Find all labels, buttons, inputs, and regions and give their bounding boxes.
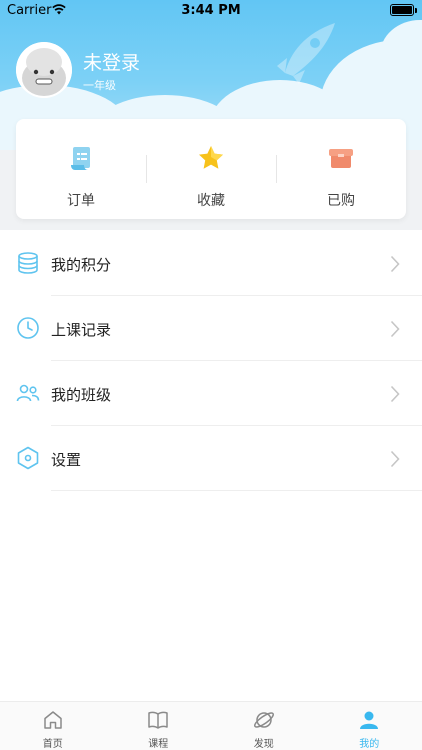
chevron-right-icon xyxy=(390,450,400,468)
quick-action-favorites[interactable]: 收藏 xyxy=(146,119,276,219)
settings-menu: 我的积分 上课记录 我的班级 设置 xyxy=(0,231,422,491)
battery-icon xyxy=(390,4,414,16)
tab-label: 我的 xyxy=(359,739,380,750)
points-stack-icon xyxy=(18,252,38,274)
chevron-right-icon xyxy=(390,385,400,403)
person-icon xyxy=(360,711,379,729)
tab-label: 课程 xyxy=(148,739,169,750)
user-grade: 一年级 xyxy=(83,79,116,92)
star-icon xyxy=(199,146,223,169)
tab-courses[interactable]: 课程 xyxy=(106,702,212,750)
quick-action-label: 订单 xyxy=(67,193,95,209)
settings-hexagon-icon xyxy=(17,446,39,470)
menu-item-label: 我的积分 xyxy=(51,256,112,274)
battery-tip xyxy=(415,8,417,13)
chevron-right-icon xyxy=(390,320,400,338)
planet-icon xyxy=(253,712,274,728)
book-icon xyxy=(148,711,168,729)
tab-discover[interactable]: 发现 xyxy=(211,702,317,750)
users-icon xyxy=(16,384,40,402)
menu-item-label: 上课记录 xyxy=(51,321,112,339)
user-name[interactable]: 未登录 xyxy=(83,48,140,75)
tab-home[interactable]: 首页 xyxy=(0,702,106,750)
menu-item-my-class[interactable]: 我的班级 xyxy=(0,361,422,426)
home-icon xyxy=(44,711,62,729)
default-avatar-icon xyxy=(16,42,72,98)
quick-action-orders[interactable]: 订单 xyxy=(16,119,146,219)
purchased-box-icon xyxy=(329,149,353,168)
clock-icon xyxy=(17,317,39,339)
menu-item-label: 设置 xyxy=(51,451,82,469)
tab-label: 首页 xyxy=(42,739,63,750)
status-time: 3:44 PM xyxy=(181,3,241,18)
tab-me[interactable]: 我的 xyxy=(317,702,422,750)
order-icon xyxy=(71,147,90,170)
rocket-icon xyxy=(277,23,335,84)
chevron-right-icon xyxy=(390,255,400,273)
menu-item-class-records[interactable]: 上课记录 xyxy=(0,296,422,361)
avatar[interactable] xyxy=(16,42,72,98)
menu-item-settings[interactable]: 设置 xyxy=(0,426,422,491)
divider xyxy=(51,490,422,491)
quick-action-purchased[interactable]: 已购 xyxy=(276,119,406,219)
quick-actions-card: 订单 收藏 已购 xyxy=(16,119,406,219)
quick-action-label: 已购 xyxy=(327,193,355,209)
quick-action-label: 收藏 xyxy=(197,193,225,209)
bottom-tab-bar: 首页 课程 发现 我的 xyxy=(0,701,422,750)
status-bar: Carrier 3:44 PM xyxy=(0,0,422,22)
menu-item-label: 我的班级 xyxy=(51,386,112,404)
tab-label: 发现 xyxy=(253,739,274,750)
menu-item-points[interactable]: 我的积分 xyxy=(0,231,422,296)
